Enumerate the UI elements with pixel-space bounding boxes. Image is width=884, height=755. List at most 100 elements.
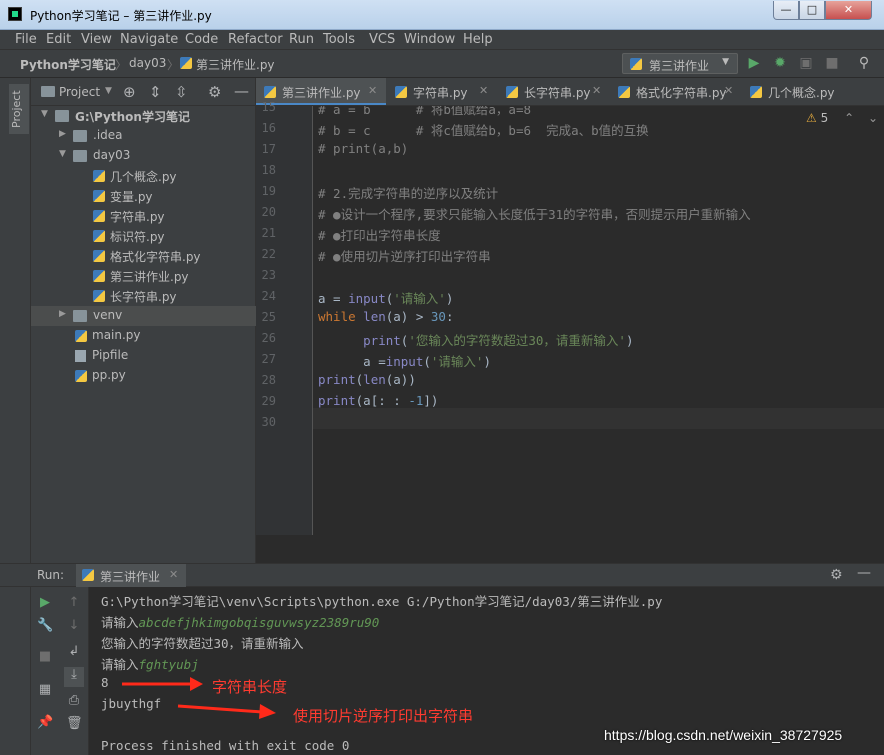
locate-file-icon[interactable]: ⊕ — [123, 83, 136, 101]
chevron-down-icon: ▼ — [722, 57, 729, 67]
tree-item[interactable]: ▼ day03 — [31, 146, 256, 166]
menu-window[interactable]: Window — [404, 32, 455, 47]
pin-icon[interactable]: 📌 — [37, 715, 53, 731]
line-number: 27 — [261, 352, 276, 366]
down-arrow-icon[interactable]: ↓ — [66, 618, 82, 634]
expand-all-icon[interactable]: ⇳ — [175, 83, 188, 101]
gear-icon[interactable]: ⚙ — [830, 567, 843, 583]
run-tab-label: 第三讲作业 — [100, 570, 161, 584]
editor-tab[interactable]: 长字符串.py ✕ — [498, 78, 609, 105]
stop-icon[interactable]: ■ — [824, 55, 840, 71]
code-editor[interactable]: # a = b # 将b值赋给a，a=8 # b = c # 将c值赋给b，b=6… — [313, 106, 884, 535]
pycharm-logo-icon — [8, 7, 22, 21]
menu-navigate[interactable]: Navigate — [120, 32, 178, 47]
tree-item[interactable]: main.py — [31, 326, 256, 346]
rerun-icon[interactable]: ▶ — [37, 595, 53, 611]
code-line: while len(a) > 30: — [318, 309, 454, 324]
tree-item[interactable]: 格式化字符串.py — [31, 246, 256, 266]
close-tab-icon[interactable]: ✕ — [592, 84, 601, 97]
menu-file[interactable]: File — [15, 32, 37, 47]
python-file-icon — [93, 250, 105, 262]
console-output: 8 — [101, 675, 109, 690]
folder-icon — [55, 110, 69, 122]
line-number: 17 — [261, 142, 276, 156]
menu-view[interactable]: View — [81, 32, 112, 47]
breadcrumb-file[interactable]: 第三讲作业.py — [196, 56, 275, 73]
run-tab[interactable]: 第三讲作业 ✕ — [76, 564, 186, 587]
close-tab-icon[interactable]: ✕ — [368, 84, 377, 97]
breadcrumb-separator-icon: 〉 — [167, 58, 180, 72]
chevron-right-icon[interactable]: ▶ — [59, 309, 66, 319]
folder-icon — [73, 150, 87, 162]
line-number: 16 — [261, 121, 276, 135]
scroll-to-end-icon[interactable]: ⤓ — [64, 667, 84, 687]
search-icon[interactable]: ⚲ — [856, 55, 872, 71]
python-file-icon — [93, 170, 105, 182]
gear-icon[interactable]: ⚙ — [208, 83, 221, 101]
run-configuration-select[interactable]: 第三讲作业 ▼ — [622, 53, 738, 74]
editor-tab-bar: 第三讲作业.py ✕ 字符串.py ✕ 长字符串.py ✕ 格式化字符串.py … — [256, 78, 884, 106]
tree-item[interactable]: Pipfile — [31, 346, 256, 366]
hide-panel-icon[interactable]: — — [857, 565, 871, 581]
tree-item[interactable]: ▶ venv — [31, 306, 256, 326]
close-tab-icon[interactable]: ✕ — [479, 84, 488, 97]
editor-tab[interactable]: 格式化字符串.py ✕ — [610, 78, 741, 105]
collapse-all-icon[interactable]: ⇕ — [149, 83, 162, 101]
breadcrumb-folder[interactable]: day03 — [129, 56, 166, 70]
tree-item[interactable]: 标识符.py — [31, 226, 256, 246]
debug-icon[interactable]: ✹ — [772, 55, 788, 71]
previous-highlight-icon[interactable]: ⌃ — [844, 111, 854, 125]
maximize-button[interactable]: □ — [799, 1, 825, 20]
chevron-down-icon[interactable]: ▼ — [59, 149, 66, 159]
left-tool-stripe: Project — [0, 78, 31, 563]
wrench-icon[interactable]: 🔧 — [37, 618, 53, 634]
editor-tab[interactable]: 几个概念.py — [742, 78, 884, 105]
chevron-down-icon[interactable]: ▼ — [41, 109, 48, 119]
console-line: 请输入abcdefjhkimgobqisguvwsyz2389ru90 — [101, 612, 379, 631]
tree-item[interactable]: ▶ .idea — [31, 126, 256, 146]
chevron-down-icon[interactable]: ▼ — [105, 86, 112, 96]
stop-icon[interactable]: ■ — [37, 649, 53, 665]
code-line: # ●设计一个程序,要求只能输入长度低于31的字符串，否则提示用户重新输入 — [318, 207, 751, 222]
run-left-stripe — [0, 587, 31, 755]
inspection-widget[interactable]: ⚠ 5 ⌃ ⌄ — [806, 111, 878, 125]
tree-item[interactable]: pp.py — [31, 366, 256, 386]
run-with-coverage-icon[interactable]: ▣ — [798, 55, 814, 71]
tree-item[interactable]: ▼ G:\Python学习笔记 — [31, 106, 256, 126]
run-icon[interactable]: ▶ — [746, 55, 762, 71]
menu-tools[interactable]: Tools — [323, 32, 355, 47]
python-file-icon — [93, 210, 105, 222]
menu-help[interactable]: Help — [463, 32, 493, 47]
console-user-input: fghtyubj — [138, 657, 199, 672]
editor-tab-label: 第三讲作业.py — [282, 86, 361, 100]
project-tool-tab[interactable]: Project — [9, 84, 29, 134]
layout-icon[interactable]: ▦ — [37, 682, 53, 698]
menu-edit[interactable]: Edit — [46, 32, 71, 47]
menu-code[interactable]: Code — [185, 32, 218, 47]
close-button[interactable]: ✕ — [825, 1, 872, 20]
menu-run[interactable]: Run — [289, 32, 314, 47]
close-tab-icon[interactable]: ✕ — [169, 568, 178, 581]
tree-item[interactable]: 长字符串.py — [31, 286, 256, 306]
tree-item[interactable]: 第三讲作业.py — [31, 266, 256, 286]
menu-refactor[interactable]: Refactor — [228, 32, 283, 47]
close-tab-icon[interactable]: ✕ — [724, 84, 733, 97]
editor-tab[interactable]: 字符串.py ✕ — [387, 78, 497, 105]
print-icon[interactable]: ⎙ — [66, 693, 82, 709]
tree-item[interactable]: 字符串.py — [31, 206, 256, 226]
breadcrumb-project[interactable]: Python学习笔记 — [20, 56, 116, 73]
next-highlight-icon[interactable]: ⌄ — [868, 111, 878, 125]
menu-vcs[interactable]: VCS — [369, 32, 395, 47]
trash-icon[interactable]: 🗑 — [66, 716, 83, 732]
chevron-right-icon[interactable]: ▶ — [59, 129, 66, 139]
tree-item-label: venv — [93, 308, 123, 322]
tree-item[interactable]: 几个概念.py — [31, 166, 256, 186]
project-view-select[interactable]: Project — [59, 85, 100, 99]
hide-panel-icon[interactable]: — — [234, 82, 249, 100]
up-arrow-icon[interactable]: ↑ — [66, 595, 82, 611]
tree-item[interactable]: 变量.py — [31, 186, 256, 206]
minimize-button[interactable]: — — [773, 1, 799, 20]
soft-wrap-icon[interactable]: ↲ — [66, 644, 82, 660]
run-actions-toolbar: ▶ 🔧 ■ ▦ 📌 — [31, 587, 59, 755]
python-file-icon — [75, 330, 87, 342]
